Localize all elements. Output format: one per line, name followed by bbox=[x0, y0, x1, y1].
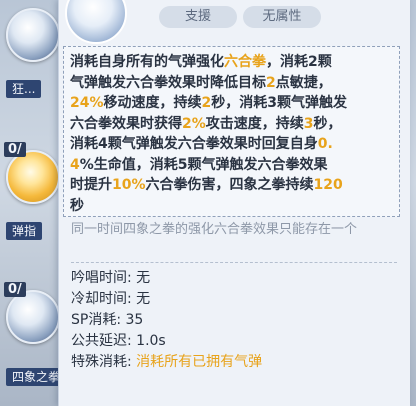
description-text: 时提升 bbox=[70, 177, 112, 193]
stat-row: 特殊消耗: 消耗所有已拥有气弹 bbox=[71, 352, 262, 373]
skill-slot-2-icon bbox=[6, 150, 60, 204]
skill-slot-1[interactable]: 狂... bbox=[6, 8, 60, 98]
skill-description: 消耗自身所有的气弹强化六合拳，消耗2颗 气弹触发六合拳效果时降低目标2点敏捷， 24… bbox=[63, 46, 400, 217]
tag-support: 支援 bbox=[159, 6, 237, 28]
skill-slot-3-count: 0/ bbox=[4, 282, 26, 297]
description-line: 秒 bbox=[70, 196, 393, 217]
skill-slot-2-label: 弹指 bbox=[6, 222, 43, 240]
stat-value: 1.0s bbox=[136, 333, 166, 349]
skill-slot-3-icon bbox=[6, 290, 60, 344]
description-text: 秒， bbox=[313, 115, 342, 132]
description-text: 六合拳效果时获得 bbox=[70, 115, 182, 132]
description-value: 六合拳 bbox=[224, 54, 266, 70]
description-value: 2 bbox=[201, 95, 212, 111]
stat-value: 消耗所有已拥有气弹 bbox=[136, 354, 263, 370]
description-value: 0. bbox=[317, 136, 333, 152]
description-value: 120 bbox=[313, 177, 343, 193]
stat-row: 公共延迟: 1.0s bbox=[71, 331, 262, 352]
tag-no-attribute: 无属性 bbox=[243, 6, 321, 28]
skill-slot-1-label: 狂... bbox=[6, 80, 42, 98]
description-value: 2% bbox=[182, 115, 206, 132]
description-line: 消耗4颗气弹触发六合拳效果时回复自身0. bbox=[70, 134, 393, 155]
description-text: 移动速度，持续 bbox=[103, 95, 202, 111]
description-line: 六合拳效果时获得2%攻击速度，持续3秒， bbox=[70, 114, 393, 135]
description-line: 气弹触发六合拳效果时降低目标2点敏捷， bbox=[70, 73, 393, 94]
stat-key: 特殊消耗: bbox=[71, 354, 137, 370]
description-value: 2 bbox=[266, 74, 276, 91]
stat-key: 公共延迟: bbox=[71, 333, 137, 349]
skill-tooltip: 支援 无属性 消耗自身所有的气弹强化六合拳，消耗2颗 气弹触发六合拳效果时降低目标… bbox=[58, 0, 410, 406]
description-line: 时提升10%六合拳伤害，四象之拳持续120 bbox=[70, 175, 393, 196]
stat-key: 冷却时间: bbox=[71, 291, 137, 307]
description-text: ，消耗2颗 bbox=[266, 54, 332, 70]
description-value: 10% bbox=[112, 177, 146, 193]
stat-value: 35 bbox=[125, 312, 144, 328]
skill-slot-3[interactable]: 0/ 四象之拳 bbox=[4, 282, 67, 386]
stat-value: 无 bbox=[136, 270, 151, 286]
skill-slot-2[interactable]: 0/ 弹指 bbox=[4, 142, 60, 240]
description-text: %生命值，消耗5颗气弹触发六合拳效果 bbox=[79, 156, 328, 173]
skill-note: 同一时间四象之拳的强化六合拳效果只能存在一个 bbox=[71, 222, 358, 237]
skill-stats: 吟唱时间: 无冷却时间: 无 SP消耗: 35 公共延迟: 1.0s 特殊消耗: 消耗… bbox=[71, 268, 262, 373]
description-text: 秒，消耗3颗气弹触发 bbox=[211, 95, 348, 111]
stat-key: SP消耗: bbox=[71, 312, 126, 328]
skill-slot-1-icon bbox=[6, 8, 60, 62]
stat-row: 吟唱时间: 无 bbox=[71, 268, 262, 289]
description-text: 攻击速度，持续 bbox=[205, 115, 304, 132]
stat-row: 冷却时间: 无 bbox=[71, 289, 262, 310]
description-text: 消耗自身所有的气弹强化 bbox=[70, 54, 224, 70]
description-text: 消耗4颗气弹触发六合拳效果时回复自身 bbox=[70, 136, 318, 152]
description-text: 点敏捷， bbox=[275, 74, 332, 91]
stat-value: 无 bbox=[136, 291, 151, 307]
description-line: 24%移动速度，持续2秒，消耗3颗气弹触发 bbox=[70, 93, 393, 114]
description-value: 3 bbox=[303, 115, 314, 132]
description-text: 秒 bbox=[70, 197, 84, 214]
description-text: 六合拳伤害，四象之拳持续 bbox=[145, 177, 314, 193]
description-line: 消耗自身所有的气弹强化六合拳，消耗2颗 bbox=[70, 52, 393, 73]
stat-row: SP消耗: 35 bbox=[71, 310, 262, 331]
description-value: 4 bbox=[70, 156, 80, 173]
divider bbox=[71, 262, 397, 263]
description-line: 4%生命值，消耗5颗气弹触发六合拳效果 bbox=[70, 155, 393, 176]
skill-slot-3-label: 四象之拳 bbox=[6, 368, 67, 386]
description-value: 24% bbox=[70, 95, 104, 111]
skill-slot-2-count: 0/ bbox=[4, 142, 26, 157]
fist-skill-icon bbox=[65, 0, 127, 44]
description-text: 气弹触发六合拳效果时降低目标 bbox=[70, 74, 266, 91]
stat-key: 吟唱时间: bbox=[71, 270, 137, 286]
